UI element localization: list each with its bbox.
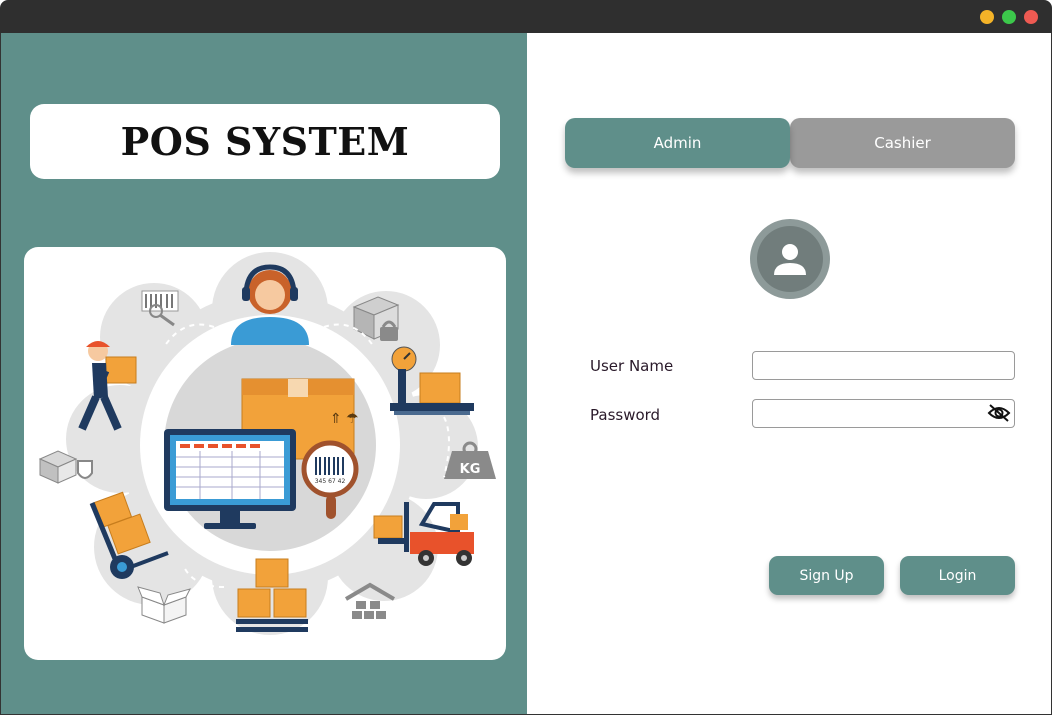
minimize-button[interactable] — [980, 10, 994, 24]
user-icon — [757, 226, 823, 292]
password-label: Password — [590, 406, 661, 424]
tab-admin[interactable]: Admin — [565, 118, 790, 168]
maximize-button[interactable] — [1002, 10, 1016, 24]
login-panel: Cashier Admin User Name Password Sign Up… — [527, 33, 1051, 714]
window-titlebar — [0, 0, 1052, 33]
pos-illustration: KG ⇑ ☂ 345 67 42 — [24, 247, 506, 660]
username-input[interactable] — [752, 351, 1015, 380]
app-window: POS SYSTEM KG ⇑ ☂ 345 67 42 Cashier Admi… — [0, 33, 1052, 715]
kg-label: KG — [460, 462, 481, 477]
tab-cashier[interactable]: Cashier — [790, 118, 1015, 168]
password-input[interactable] — [752, 399, 1015, 428]
svg-text:⇑ ☂: ⇑ ☂ — [330, 411, 359, 427]
barcode-number: 345 67 42 — [315, 478, 346, 485]
app-title: POS SYSTEM — [120, 119, 410, 164]
username-label: User Name — [590, 357, 674, 375]
role-tabs: Cashier Admin — [565, 118, 1015, 168]
close-button[interactable] — [1024, 10, 1038, 24]
eye-slash-icon[interactable] — [987, 403, 1011, 423]
title-card: POS SYSTEM — [30, 104, 500, 179]
signup-button[interactable]: Sign Up — [769, 556, 884, 595]
login-button[interactable]: Login — [900, 556, 1015, 595]
avatar — [750, 219, 830, 299]
branding-panel: POS SYSTEM KG ⇑ ☂ 345 67 42 — [1, 33, 527, 714]
